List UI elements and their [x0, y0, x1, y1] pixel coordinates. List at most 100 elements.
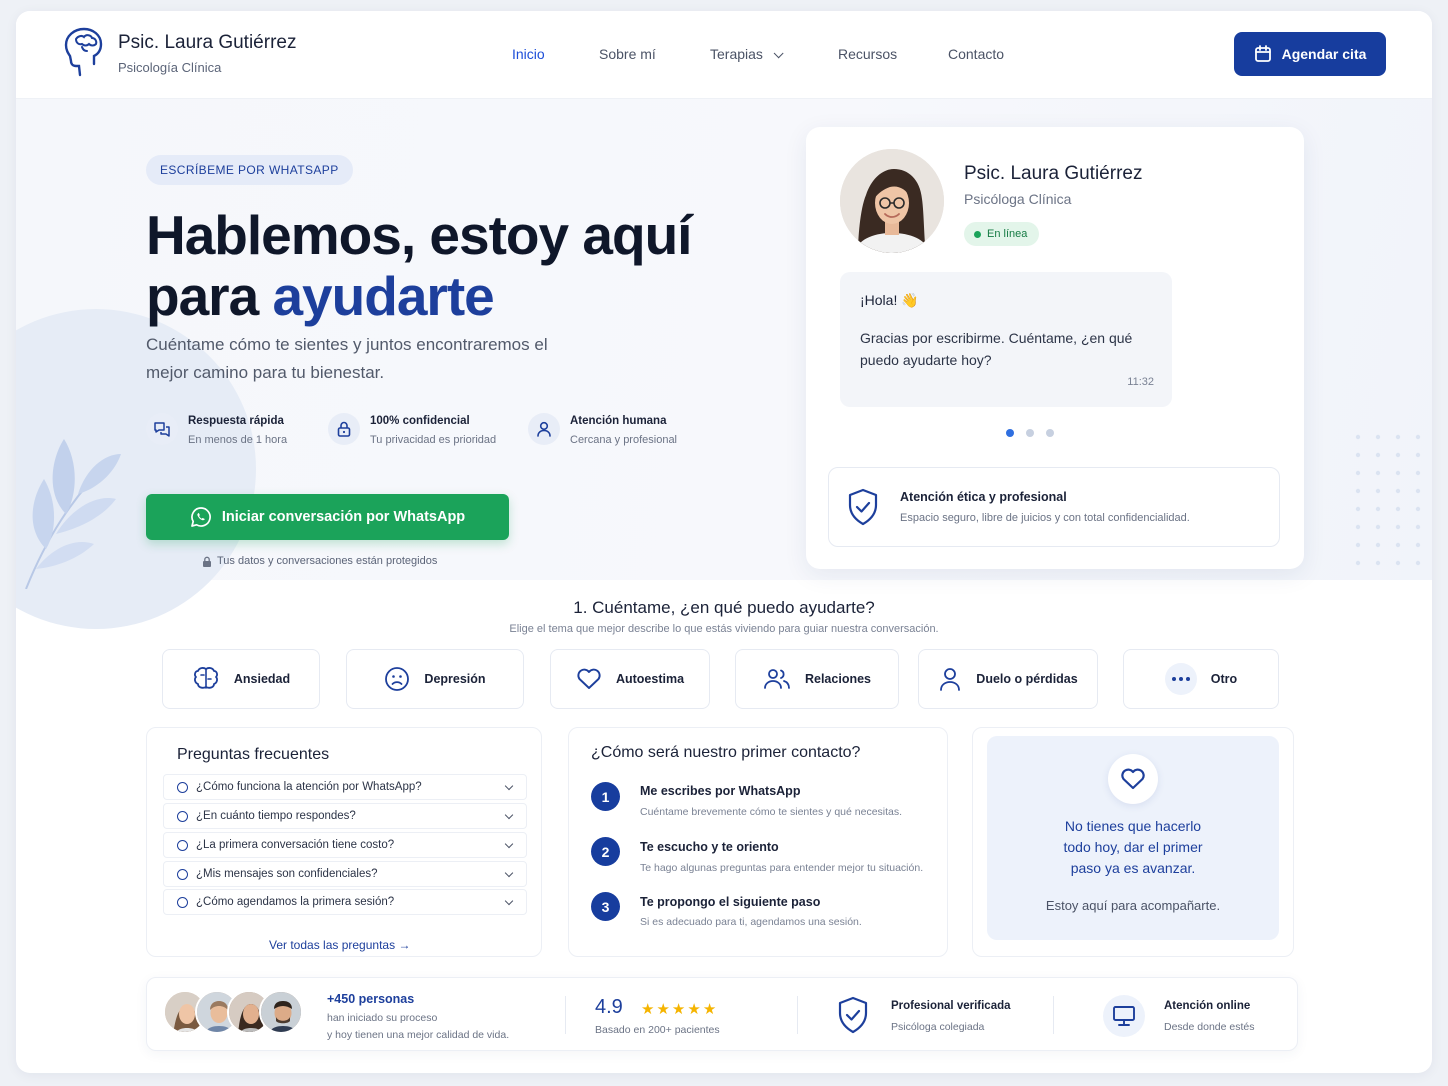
carousel-dot-3[interactable]: [1046, 429, 1054, 437]
people-icon: [764, 669, 790, 689]
people-sub-1: han iniciado su proceso: [327, 1012, 438, 1024]
divider: [565, 996, 566, 1034]
privacy-note-text: Tus datos y conversaciones están protegi…: [217, 555, 438, 567]
first-contact-panel: ¿Cómo será nuestro primer contacto? 1 Me…: [568, 727, 948, 957]
shield-check-icon: [848, 488, 878, 526]
trust-bar: +450 personas han iniciado su proceso y …: [146, 977, 1298, 1051]
message-greeting: ¡Hola! 👋: [860, 292, 919, 308]
topic-relaciones[interactable]: Relaciones: [735, 649, 899, 709]
online-title: Atención online: [1164, 1000, 1251, 1012]
card-name: Psic. Laura Gutiérrez: [964, 163, 1143, 184]
person-outline-icon: [940, 668, 961, 691]
ver-todas-preguntas-link[interactable]: Ver todas las preguntas →: [269, 938, 410, 952]
small-lock-icon: [203, 556, 211, 567]
topic-label: Ansiedad: [233, 672, 291, 686]
rating-value: 4.9: [595, 996, 623, 1018]
chevron-down-icon: [504, 868, 514, 878]
step-title: Te propongo el siguiente paso: [640, 895, 821, 909]
site-header: Psic. Laura Gutiérrez Psicología Clínica…: [16, 11, 1432, 99]
faq-item-icon: [177, 839, 188, 851]
encouragement-text-content: No tienes que hacerlo todo hoy, dar el p…: [1063, 818, 1203, 876]
ethics-title: Atención ética y profesional: [900, 490, 1067, 504]
ethics-sub: Espacio seguro, libre de juicios y con t…: [900, 512, 1190, 524]
rating-stars: ★ ★ ★ ★ ★: [641, 1000, 716, 1018]
lock-icon: [328, 413, 360, 445]
nav-inicio[interactable]: Inicio: [512, 46, 545, 62]
faq-question: ¿En cuánto tiempo respondes?: [196, 810, 356, 822]
arrow-right-icon: →: [398, 938, 411, 952]
verified-title: Profesional verificada: [891, 1000, 1011, 1012]
divider: [1053, 996, 1054, 1034]
encouragement-box: No tienes que hacerlo todo hoy, dar el p…: [987, 736, 1279, 940]
faq-item[interactable]: ¿En cuánto tiempo respondes?: [163, 803, 527, 829]
sad-face-icon: [385, 667, 410, 691]
page: Psic. Laura Gutiérrez Psicología Clínica…: [16, 11, 1432, 1073]
hero-title: Hablemos, estoy aquí para ayudarte: [146, 204, 692, 327]
chevron-down-icon: [773, 48, 784, 59]
dot-pattern-decoration: [1355, 434, 1421, 566]
nav-recursos[interactable]: Recursos: [838, 46, 897, 62]
carousel-dot-2[interactable]: [1026, 429, 1034, 437]
message-body: Gracias por escribirme. Cuéntame, ¿en qu…: [860, 330, 1133, 368]
faq-item[interactable]: ¿La primera conversación tiene costo?: [163, 832, 527, 858]
step-sub: Te hago algunas preguntas para entender …: [640, 862, 924, 874]
rating-sub: Basado en 200+ pacientes: [595, 1024, 720, 1036]
nav-contacto[interactable]: Contacto: [948, 46, 1004, 62]
step-sub: Si es adecuado para ti, agendamos una se…: [640, 916, 862, 928]
topic-otro[interactable]: Otro: [1123, 649, 1279, 709]
topic-ansiedad[interactable]: Ansiedad: [162, 649, 320, 709]
faq-question: ¿Cómo funciona la atención por WhatsApp?: [196, 781, 422, 793]
calendar-icon: [1254, 45, 1271, 62]
nav-terapias[interactable]: Terapias: [710, 46, 784, 62]
topic-depresion[interactable]: Depresión: [346, 649, 524, 709]
topics-subtitle: Elige el tema que mejor describe lo que …: [509, 623, 939, 635]
brand-subtitle: Psicología Clínica: [118, 60, 222, 75]
faq-item[interactable]: ¿Cómo funciona la atención por WhatsApp?: [163, 774, 527, 800]
faq-question: ¿La primera conversación tiene costo?: [196, 839, 395, 851]
faq-item[interactable]: ¿Mis mensajes son confidenciales?: [163, 861, 527, 887]
hero-title-line2: para ayudarte: [146, 266, 691, 327]
faq-item[interactable]: ¿Cómo agendamos la primera sesión?: [163, 889, 527, 915]
topic-duelo[interactable]: Duelo o pérdidas: [918, 649, 1098, 709]
carousel-dot-1[interactable]: [1006, 429, 1014, 437]
feature-sub: En menos de 1 hora: [188, 434, 288, 446]
brain-icon: [193, 667, 218, 689]
step-number-2: 2: [591, 837, 620, 866]
topic-autoestima[interactable]: Autoestima: [550, 649, 710, 709]
leaf-decoration-icon: [25, 439, 121, 589]
chevron-down-icon: [504, 781, 514, 791]
hero-title-line1: Hablemos, estoy aquí: [146, 204, 692, 266]
divider: [797, 996, 798, 1034]
whatsapp-pill-badge: ESCRÍBEME POR WHATSAPP: [146, 155, 353, 185]
step-number-1: 1: [591, 782, 620, 811]
nav-sobre-mi[interactable]: Sobre mí: [599, 46, 656, 62]
chevron-down-icon: [504, 896, 514, 906]
topic-label: Depresión: [424, 672, 486, 686]
monitor-icon: [1103, 995, 1145, 1037]
feature-atencion-humana: Atención humana Cercana y profesional: [528, 413, 677, 446]
feature-title: Respuesta rápida: [188, 415, 284, 427]
privacy-note: Tus datos y conversaciones están protegi…: [202, 555, 437, 567]
feature-sub: Tu privacidad es prioridad: [370, 434, 497, 446]
brand-name[interactable]: Psic. Laura Gutiérrez: [118, 32, 296, 54]
whatsapp-chat-button[interactable]: Iniciar conversación por WhatsApp: [146, 494, 509, 540]
faq-item-icon: [177, 810, 188, 822]
step-number-3: 3: [591, 892, 620, 921]
verified-sub: Psicóloga colegiada: [891, 1021, 985, 1033]
star-icon: ★: [656, 1001, 670, 1018]
psychologist-avatar: [840, 149, 944, 253]
topic-label: Duelo o pérdidas: [976, 672, 1078, 686]
online-sub: Desde donde estés: [1164, 1021, 1255, 1033]
whatsapp-icon: [190, 507, 211, 527]
hero-title-line2-a: para: [146, 265, 273, 327]
agendar-cita-button[interactable]: Agendar cita: [1234, 32, 1386, 76]
brain-head-logo-icon[interactable]: [60, 25, 108, 79]
people-sub-2: y hoy tienen una mejor calidad de vida.: [327, 1029, 510, 1041]
encouragement-text: No tienes que hacerlo todo hoy, dar el p…: [987, 816, 1279, 879]
faq-item-icon: [177, 781, 188, 793]
feature-title: 100% confidencial: [370, 415, 470, 427]
star-icon: ★: [687, 1001, 701, 1018]
heart-icon: [1108, 754, 1158, 804]
topic-label: Autoestima: [615, 672, 685, 686]
person-icon: [528, 413, 560, 445]
